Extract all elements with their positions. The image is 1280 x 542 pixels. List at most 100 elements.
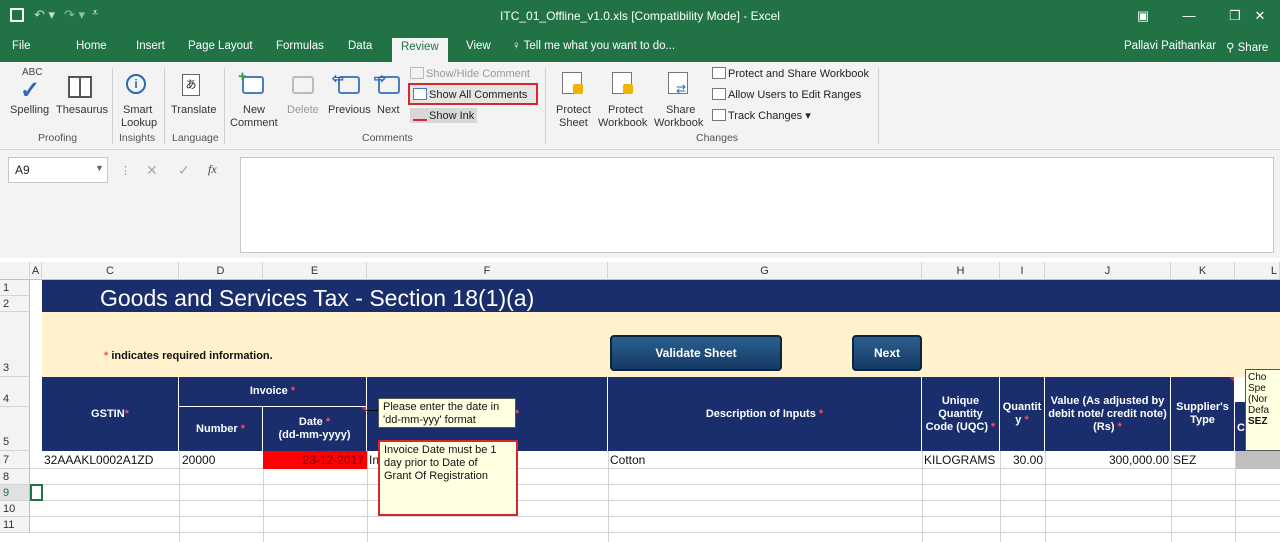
translate-icon: あ — [182, 74, 200, 96]
column-header-e[interactable]: E — [263, 262, 367, 280]
cell-supplier-type[interactable]: SEZ — [1173, 453, 1196, 467]
protect-sheet-button[interactable]: Protect Sheet — [554, 66, 594, 130]
header-quantity: Quantit y * — [1000, 377, 1045, 451]
formula-input[interactable] — [240, 157, 1274, 253]
row-header-1[interactable]: 1 — [0, 280, 30, 296]
cell-quantity[interactable]: 30.00 — [1000, 453, 1043, 467]
minimize-button[interactable]: — — [1166, 0, 1212, 34]
row-header-11[interactable]: 11 — [0, 517, 30, 533]
select-all-corner[interactable] — [0, 262, 30, 280]
row-divider — [30, 532, 1280, 533]
show-ink-button[interactable]: Show Ink — [410, 108, 478, 123]
row-header-2[interactable]: 2 — [0, 296, 30, 312]
share-button[interactable]: ⚲ Share — [1226, 40, 1268, 54]
header-date: Date * (dd-mm-yyyy) — [263, 407, 367, 451]
spelling-button[interactable]: ABC ✓ Spelling — [10, 66, 54, 124]
required-note: * indicates required information. — [104, 350, 273, 362]
track-changes-button[interactable]: Track Changes ▾ — [712, 109, 811, 122]
insert-function-icon[interactable]: fx — [208, 162, 217, 177]
ribbon-display-icon[interactable]: ▣ — [1120, 0, 1166, 34]
user-name[interactable]: Pallavi Paithankar — [1124, 40, 1216, 52]
delete-comment-button[interactable]: Delete — [284, 66, 324, 124]
header-value: Value (As adjusted by debit note/ credit… — [1045, 377, 1171, 451]
separator — [112, 68, 113, 144]
row-divider — [30, 468, 1280, 469]
tab-file[interactable]: File — [12, 40, 31, 52]
smart-lookup-button[interactable]: i Smart Lookup — [118, 66, 158, 130]
column-header-f[interactable]: F — [367, 262, 608, 280]
allow-users-edit-ranges-button[interactable]: Allow Users to Edit Ranges — [712, 88, 861, 101]
row-header-5[interactable]: 5 — [0, 407, 30, 451]
tab-formulas[interactable]: Formulas — [276, 40, 324, 52]
allow-users-icon — [712, 88, 726, 100]
share-workbook-button[interactable]: ⇄ Share Workbook — [654, 66, 706, 130]
cell-value[interactable]: 300,000.00 — [1045, 453, 1169, 467]
cell-uqc[interactable]: KILOGRAMS — [924, 453, 995, 467]
translate-button[interactable]: あ Translate — [168, 66, 218, 124]
column-header-d[interactable]: D — [179, 262, 263, 280]
validate-sheet-button[interactable]: Validate Sheet — [610, 335, 782, 371]
thesaurus-button[interactable]: Thesaurus — [56, 66, 108, 124]
header-invoice: Invoice * — [179, 377, 367, 407]
tab-home[interactable]: Home — [76, 40, 107, 52]
active-cell-a9[interactable] — [30, 484, 43, 501]
header-supplier-type: Supplier's Type — [1171, 377, 1235, 451]
next-button[interactable]: Next — [852, 335, 922, 371]
show-hide-comment-button[interactable]: Show/Hide Comment — [410, 67, 530, 80]
col-divider — [1000, 451, 1001, 542]
plus-icon: + — [238, 68, 247, 85]
comment-date-format: Please enter the date in 'dd-mm-yyy' for… — [378, 398, 516, 428]
comment-l: Cho Spe (Nor Defa SEZ — [1245, 369, 1280, 451]
lock-icon — [573, 84, 583, 94]
row-divider — [30, 516, 1280, 517]
column-header-l[interactable]: L — [1235, 262, 1280, 280]
show-all-comments-button[interactable]: Show All Comments — [408, 83, 538, 105]
group-proofing: Proofing — [38, 132, 78, 144]
row-header-3[interactable]: 3 — [0, 312, 30, 377]
name-box[interactable]: A9 ▼ — [8, 157, 108, 183]
protect-share-icon — [712, 67, 726, 79]
next-comment-button[interactable]: ⇨ Next — [374, 66, 404, 124]
cell-description[interactable]: Cotton — [610, 453, 645, 467]
column-header-a[interactable]: A — [30, 262, 42, 280]
enter-icon[interactable]: ✓ — [178, 162, 190, 179]
new-comment-button[interactable]: + New Comment — [228, 66, 280, 130]
col-divider — [263, 469, 264, 542]
delete-label: Delete — [287, 104, 319, 116]
protect-workbook-button[interactable]: Protect Workbook — [598, 66, 650, 130]
row-header-7[interactable]: 7 — [0, 451, 30, 469]
group-insights: Insights — [119, 132, 156, 144]
row-header-4[interactable]: 4 — [0, 377, 30, 407]
cell-gstin[interactable]: 32AAAKL0002A1ZD — [44, 453, 153, 467]
protect-share-workbook-button[interactable]: Protect and Share Workbook — [712, 67, 869, 80]
protect-workbook-label-2: Workbook — [598, 117, 648, 129]
column-header-j[interactable]: J — [1045, 262, 1171, 280]
checkmark-icon: ✓ — [20, 77, 41, 104]
cell-invoice-number[interactable]: 20000 — [182, 453, 215, 467]
tab-view[interactable]: View — [466, 40, 491, 52]
show-all-comments-icon — [413, 88, 427, 100]
tab-insert[interactable]: Insert — [136, 40, 165, 52]
column-header-k[interactable]: K — [1171, 262, 1235, 280]
previous-comment-button[interactable]: ⇦ Previous — [326, 66, 372, 124]
column-header-c[interactable]: C — [42, 262, 179, 280]
share-workbook-label-1: Share — [666, 104, 696, 116]
tell-me-search[interactable]: ♀ Tell me what you want to do... — [512, 40, 675, 52]
row-header-9[interactable]: 9 — [0, 485, 30, 501]
row-header-10[interactable]: 10 — [0, 501, 30, 517]
tab-review[interactable]: Review — [392, 38, 448, 62]
sheet-title: Goods and Services Tax - Section 18(1)(a… — [100, 285, 535, 311]
chevron-down-icon: ▾ — [802, 110, 811, 122]
column-header-i[interactable]: I — [1000, 262, 1045, 280]
previous-label: Previous — [328, 104, 371, 116]
column-header-h[interactable]: H — [922, 262, 1000, 280]
cancel-icon[interactable]: ✕ — [146, 162, 158, 179]
tab-data[interactable]: Data — [348, 40, 372, 52]
new-comment-label-1: New — [243, 104, 266, 116]
close-button[interactable]: ✕ — [1240, 0, 1280, 34]
row-header-8[interactable]: 8 — [0, 469, 30, 485]
cell-invoice-date[interactable]: 23-12-2017 — [263, 451, 367, 469]
tab-page-layout[interactable]: Page Layout — [188, 40, 253, 52]
col-divider — [179, 451, 180, 542]
column-header-g[interactable]: G — [608, 262, 922, 280]
